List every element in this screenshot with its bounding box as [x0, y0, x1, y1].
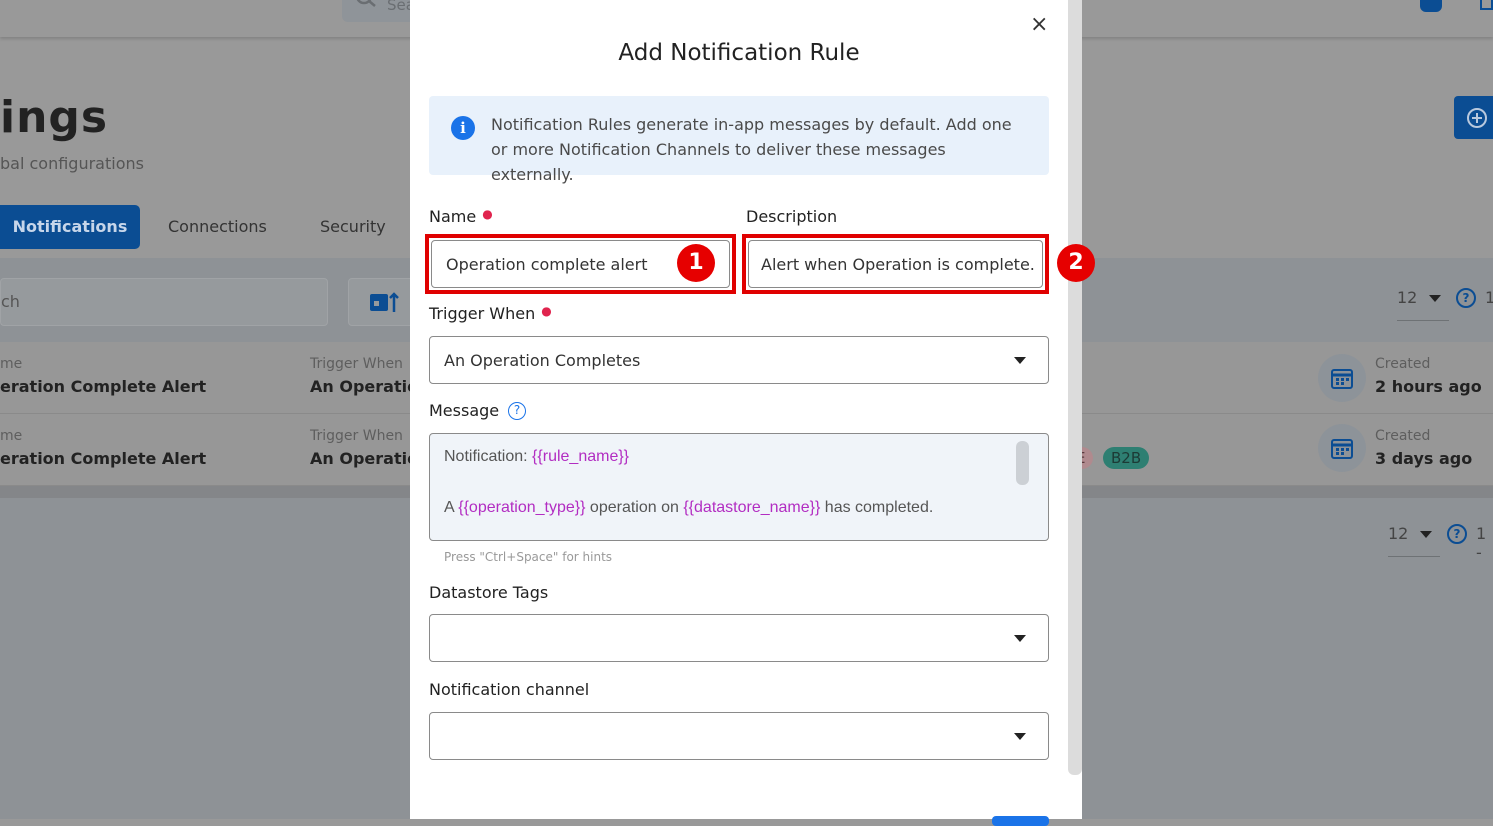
message-line-1: Notification: {{rule_name}} — [444, 448, 630, 465]
description-label: Description — [746, 207, 838, 226]
docs-icon[interactable] — [1480, 0, 1493, 10]
notification-channel-label: Notification channel — [429, 680, 590, 699]
page-range: 1 - — [1476, 524, 1487, 562]
page-subtitle: bal configurations — [0, 154, 144, 173]
chevron-down-icon — [1014, 357, 1026, 364]
description-value: Alert when Operation is complete. — [761, 254, 1035, 274]
trigger-value: An Operation Completes — [444, 350, 641, 370]
dialog-scrollbar[interactable] — [1068, 0, 1082, 775]
bell-icon[interactable] — [1420, 0, 1442, 12]
chevron-down-icon — [1014, 635, 1026, 642]
help-icon[interactable]: ? — [508, 402, 526, 420]
rule-name: eration Complete Alert — [0, 449, 207, 468]
annotation-badge-1: 1 — [677, 244, 715, 282]
page-size-value: 12 — [1397, 288, 1418, 307]
created-value: 2 hours ago — [1375, 377, 1482, 396]
created-label: Created — [1375, 428, 1431, 444]
annotation-badge-2: 2 — [1057, 244, 1095, 282]
message-label: Message — [429, 401, 500, 420]
info-text: Notification Rules generate in-app messa… — [491, 115, 1012, 184]
datastore-tags-select[interactable] — [429, 614, 1049, 662]
page-size-select[interactable]: 12 — [1397, 288, 1449, 321]
save-button[interactable] — [992, 816, 1049, 826]
editor-hint: Press "Ctrl+Space" for hints — [444, 550, 613, 564]
rule-name: eration Complete Alert — [0, 377, 207, 396]
help-icon[interactable]: ? — [1456, 288, 1476, 308]
calendar-sort-icon — [370, 292, 399, 312]
trigger-select[interactable]: An Operation Completes — [429, 336, 1049, 384]
trigger-label: Trigger When ● — [429, 304, 552, 323]
close-icon[interactable]: × — [1030, 12, 1048, 37]
message-line-2: A {{operation_type}} operation on {{data… — [444, 499, 934, 516]
help-icon[interactable]: ? — [1447, 524, 1467, 544]
tab-security[interactable]: Security — [320, 205, 386, 249]
calendar-icon — [1318, 354, 1366, 402]
created-label: Created — [1375, 356, 1431, 372]
notification-channel-select[interactable] — [429, 712, 1049, 760]
datastore-tags-label: Datastore Tags — [429, 583, 549, 602]
tab-notifications[interactable]: Notifications — [0, 205, 140, 249]
name-label: me — [0, 356, 23, 372]
trigger-label: Trigger When — [310, 356, 403, 372]
tab-connections[interactable]: Connections — [168, 205, 267, 249]
chevron-down-icon — [1014, 733, 1026, 740]
search-icon — [356, 0, 376, 7]
calendar-icon — [1318, 424, 1366, 472]
page-size-select[interactable]: 12 — [1388, 524, 1440, 557]
description-input[interactable]: Alert when Operation is complete. — [748, 240, 1043, 288]
name-label: me — [0, 428, 23, 444]
add-rule-button[interactable] — [1454, 96, 1493, 139]
page-size-value: 12 — [1388, 524, 1409, 543]
tag-chip: B2B — [1103, 447, 1150, 469]
info-icon: i — [451, 116, 475, 140]
message-editor[interactable]: Notification: {{rule_name}} A {{operatio… — [429, 433, 1049, 541]
name-label: Name ● — [429, 207, 493, 226]
list-search-input[interactable]: ch — [0, 278, 328, 326]
plus-circle-icon — [1467, 108, 1487, 128]
page-range: 1 — [1485, 288, 1493, 307]
page-title: ings — [0, 92, 109, 143]
info-banner: i Notification Rules generate in-app mes… — [429, 96, 1049, 184]
trigger-label: Trigger When — [310, 428, 403, 444]
search-placeholder: ch — [1, 292, 20, 311]
editor-scrollbar[interactable] — [1016, 441, 1029, 485]
sort-button[interactable] — [348, 278, 418, 326]
dialog-title: Add Notification Rule — [618, 40, 860, 66]
name-value: Operation complete alert — [446, 254, 648, 274]
created-value: 3 days ago — [1375, 449, 1473, 468]
